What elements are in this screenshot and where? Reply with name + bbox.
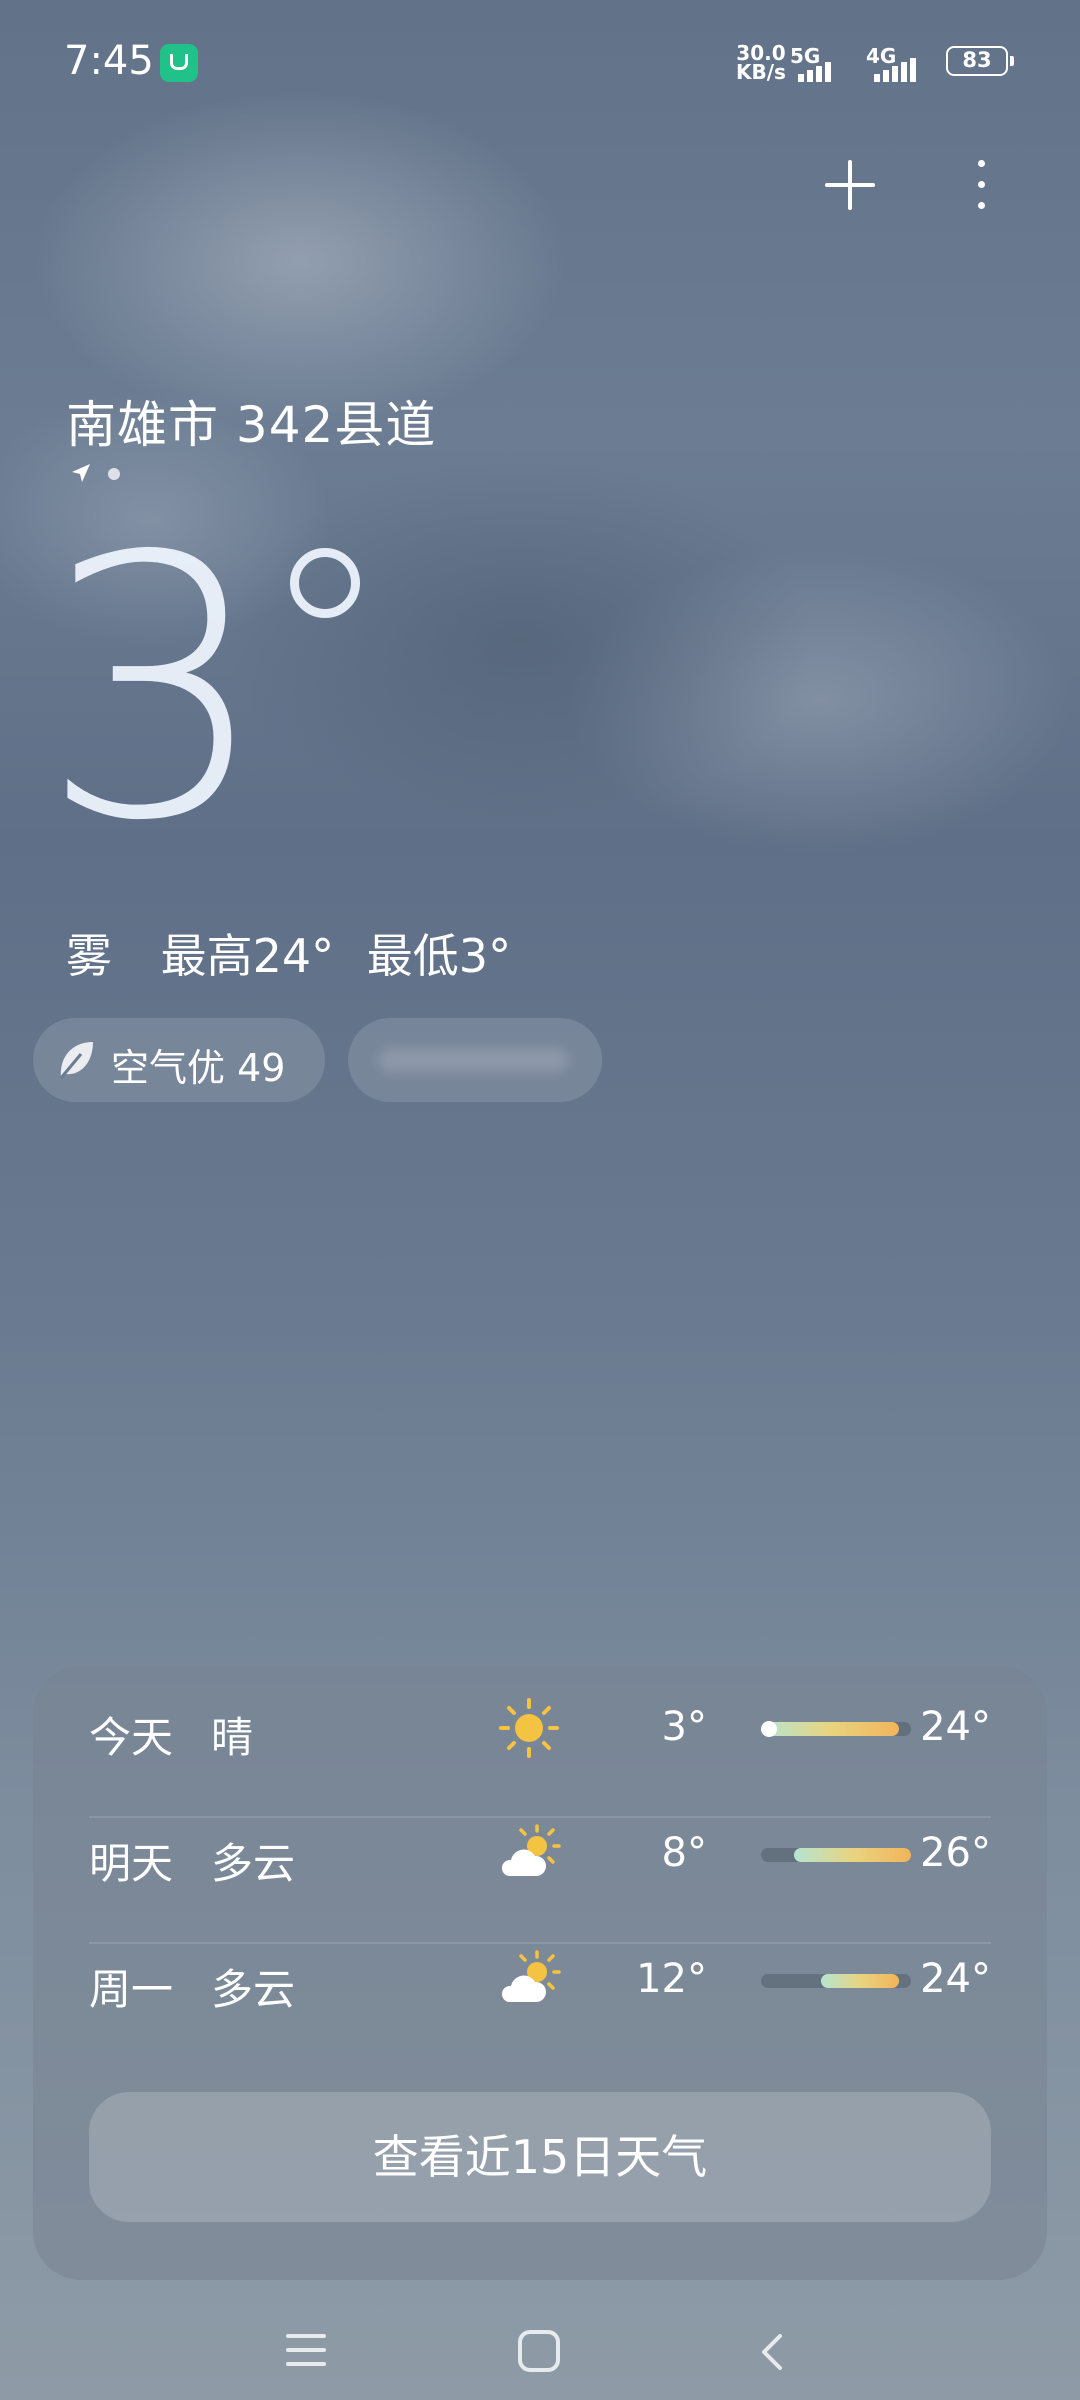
- current-temperature: 3: [40, 480, 269, 899]
- more-vertical-icon[interactable]: [945, 150, 1015, 220]
- blurred-info-pill[interactable]: [348, 1018, 602, 1102]
- battery-indicator: 83: [946, 46, 1014, 76]
- air-quality-pill[interactable]: 空气优 49: [33, 1018, 325, 1102]
- forecast-day: 周一: [89, 1965, 174, 2014]
- forecast-day: 明天: [89, 1839, 174, 1888]
- temp-range-bar: [761, 1721, 911, 1737]
- signal-bars-icon: [874, 58, 916, 82]
- status-time: 7:45: [64, 38, 154, 84]
- forecast-card: 今天 晴 3° 24° 明天 多云 8° 26° 周一 多云 12° 24° 查…: [33, 1666, 1047, 2280]
- recent-apps-icon[interactable]: [286, 2330, 330, 2370]
- network-speed: 30.0 KB/s: [736, 43, 786, 84]
- location-title[interactable]: 南雄市 342县道: [66, 385, 436, 457]
- air-quality-label: 空气优 49: [111, 1046, 286, 1090]
- forecast-low: 12°: [636, 1956, 707, 2002]
- leaf-icon: [59, 1042, 93, 1079]
- high-temp: 最高24°: [160, 929, 335, 983]
- page-indicator-dot: [108, 468, 120, 480]
- status-bar: 7:45 30.0 KB/s 5G 4G 83: [0, 0, 1080, 120]
- forecast-day: 今天: [89, 1713, 174, 1762]
- forecast-low: 3°: [661, 1704, 707, 1750]
- temp-range-bar: [761, 1848, 911, 1862]
- forecast-row[interactable]: 明天 多云 8° 26°: [89, 1792, 991, 1917]
- forecast-high: 24°: [920, 1956, 991, 2002]
- view-15-day-forecast-button[interactable]: 查看近15日天气: [89, 2092, 991, 2222]
- sun-icon: [499, 1698, 559, 1758]
- temp-range-fill: [761, 1722, 899, 1736]
- temp-range-fill: [821, 1974, 899, 1988]
- system-nav-bar: [0, 2300, 1080, 2400]
- app-notification-icon: [160, 44, 198, 82]
- degree-symbol: [290, 548, 360, 618]
- home-icon[interactable]: [518, 2330, 560, 2372]
- current-condition: 雾: [66, 929, 112, 983]
- low-temp: 最低3°: [366, 929, 512, 983]
- forecast-condition: 多云: [211, 1839, 296, 1888]
- signal-bars-icon: [798, 60, 831, 82]
- add-city-icon[interactable]: [815, 150, 885, 220]
- forecast-low: 8°: [661, 1830, 707, 1876]
- temp-range-bar: [761, 1974, 911, 1988]
- forecast-row[interactable]: 周一 多云 12° 24°: [89, 1918, 991, 2043]
- forecast-high: 26°: [920, 1830, 991, 1876]
- forecast-row[interactable]: 今天 晴 3° 24°: [89, 1666, 991, 1791]
- partly-cloudy-icon: [501, 1824, 561, 1876]
- partly-cloudy-icon: [501, 1950, 561, 2002]
- weather-summary: 雾 最高24° 最低3°: [66, 920, 545, 986]
- forecast-high: 24°: [920, 1704, 991, 1750]
- temp-range-fill: [794, 1848, 911, 1862]
- forecast-condition: 晴: [211, 1713, 254, 1762]
- forecast-condition: 多云: [211, 1965, 296, 2014]
- current-temp-marker: [761, 1721, 777, 1737]
- network-speed-unit: KB/s: [736, 60, 786, 84]
- back-icon[interactable]: [752, 2330, 796, 2374]
